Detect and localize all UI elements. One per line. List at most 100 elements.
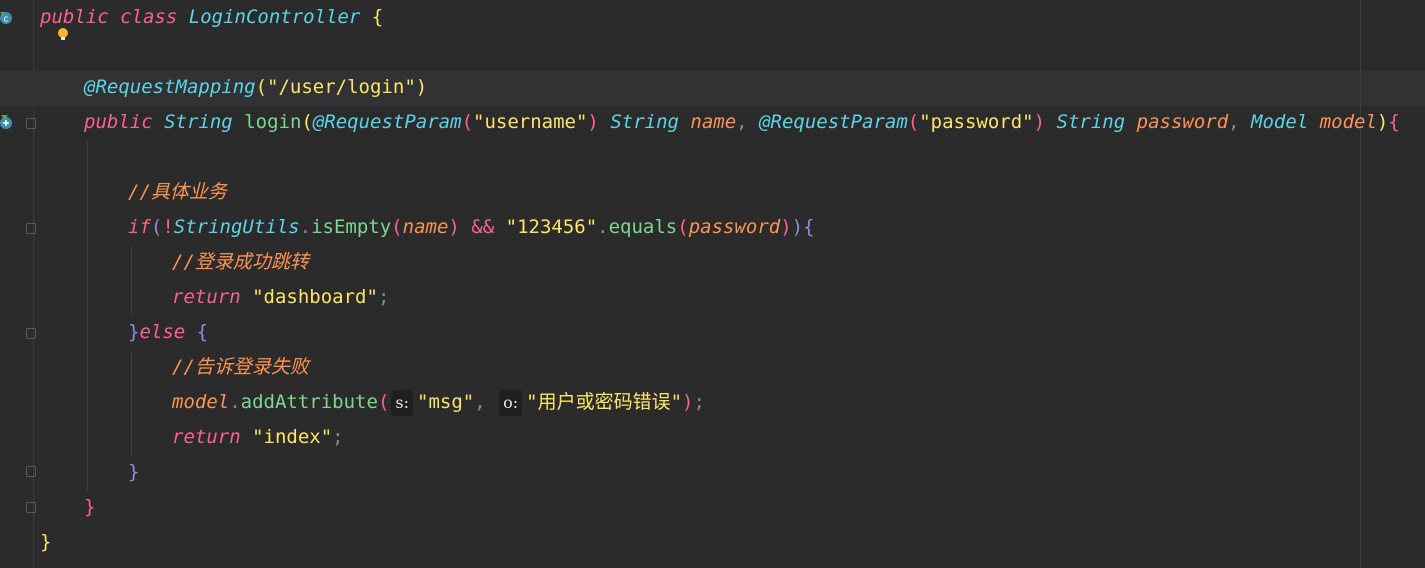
- fold-marker[interactable]: [26, 502, 36, 513]
- code-token: ): [1376, 111, 1389, 133]
- code-token: ;: [377, 286, 390, 308]
- code-token: String: [164, 111, 233, 133]
- code-token: }: [40, 531, 52, 553]
- code-token: String: [1056, 111, 1126, 133]
- fold-marker[interactable]: [26, 466, 36, 477]
- code-line[interactable]: }: [84, 490, 95, 525]
- code-token: public: [84, 111, 153, 133]
- code-token: ): [587, 111, 599, 133]
- code-token: (: [255, 76, 268, 98]
- code-token: }: [128, 321, 140, 343]
- code-token: (: [907, 111, 920, 133]
- code-token: name: [690, 111, 737, 133]
- code-token: @RequestParam: [312, 111, 462, 133]
- code-line[interactable]: }: [40, 525, 51, 560]
- code-token: &&: [471, 216, 495, 238]
- code-token: {: [1388, 111, 1400, 133]
- code-token: .: [299, 216, 312, 238]
- code-line[interactable]: if(!StringUtils.isEmpty(name) && "123456…: [128, 210, 815, 245]
- code-token: @RequestParam: [759, 111, 908, 133]
- code-token: public: [40, 6, 109, 28]
- code-token: "msg": [417, 391, 475, 413]
- code-token: class: [120, 6, 178, 28]
- code-token: LoginController: [188, 6, 361, 28]
- code-token: .: [597, 216, 609, 238]
- code-token: ;: [332, 426, 344, 448]
- code-line[interactable]: }else {: [128, 315, 208, 350]
- code-token: {: [196, 321, 209, 343]
- code-line[interactable]: //告诉登录失败: [172, 350, 309, 385]
- code-token: password: [688, 216, 781, 238]
- code-token: Model: [1251, 111, 1309, 133]
- parameter-hint: o:: [499, 390, 523, 416]
- fold-marker[interactable]: [26, 328, 36, 339]
- indent-guide: [131, 246, 132, 316]
- code-token: "username": [473, 111, 588, 133]
- code-line[interactable]: return "index";: [172, 420, 344, 455]
- code-line[interactable]: //登录成功跳转: [172, 245, 309, 280]
- code-token: (: [150, 216, 163, 238]
- code-token: (: [301, 111, 313, 133]
- fold-marker[interactable]: [26, 223, 36, 234]
- code-token: (: [461, 111, 474, 133]
- code-token: {: [803, 216, 815, 238]
- code-token: password: [1136, 111, 1229, 133]
- code-token: }: [84, 496, 96, 518]
- code-token: else: [139, 321, 186, 343]
- code-token: ): [791, 216, 804, 238]
- code-token: {: [371, 6, 384, 28]
- code-token: "password": [919, 111, 1034, 133]
- code-token: "index": [252, 426, 333, 448]
- code-token: ,: [1228, 111, 1252, 133]
- code-line[interactable]: public class LoginController {: [40, 0, 383, 35]
- code-line[interactable]: model.addAttribute(s: "msg", o: "用户或密码错误")…: [172, 385, 705, 420]
- code-token: ): [780, 216, 792, 238]
- code-token: //具体业务: [128, 181, 227, 203]
- code-token: model: [1319, 111, 1377, 133]
- code-token: equals: [608, 216, 678, 238]
- code-token: addAttribute: [240, 391, 378, 413]
- method-run-icon[interactable]: [0, 114, 14, 130]
- code-line[interactable]: //具体业务: [128, 175, 227, 210]
- code-token: ): [415, 76, 428, 98]
- code-line[interactable]: return "dashboard";: [172, 280, 389, 315]
- code-line[interactable]: }: [128, 455, 139, 490]
- code-token: ): [448, 216, 460, 238]
- indent-guide: [87, 141, 88, 491]
- code-token: (: [377, 391, 390, 413]
- code-token: ;: [693, 391, 705, 413]
- code-line[interactable]: @RequestMapping("/user/login"): [84, 70, 427, 105]
- class-run-icon[interactable]: c: [0, 10, 14, 26]
- svg-text:c: c: [4, 15, 9, 25]
- code-token: @RequestMapping: [84, 76, 256, 98]
- code-token: .: [229, 391, 241, 413]
- code-token: login: [244, 111, 302, 133]
- code-token: StringUtils: [173, 216, 300, 238]
- code-token: name: [402, 216, 449, 238]
- code-token: model: [172, 391, 230, 413]
- code-token: //告诉登录失败: [172, 356, 309, 378]
- code-line[interactable]: public String login(@RequestParam("usern…: [84, 105, 1400, 140]
- code-token: ): [1033, 111, 1046, 133]
- fold-marker[interactable]: [26, 118, 36, 129]
- code-token: return: [172, 426, 241, 448]
- code-token: ,: [736, 111, 760, 133]
- code-token: !: [162, 216, 174, 238]
- code-token: }: [128, 461, 140, 483]
- code-token: String: [610, 111, 679, 133]
